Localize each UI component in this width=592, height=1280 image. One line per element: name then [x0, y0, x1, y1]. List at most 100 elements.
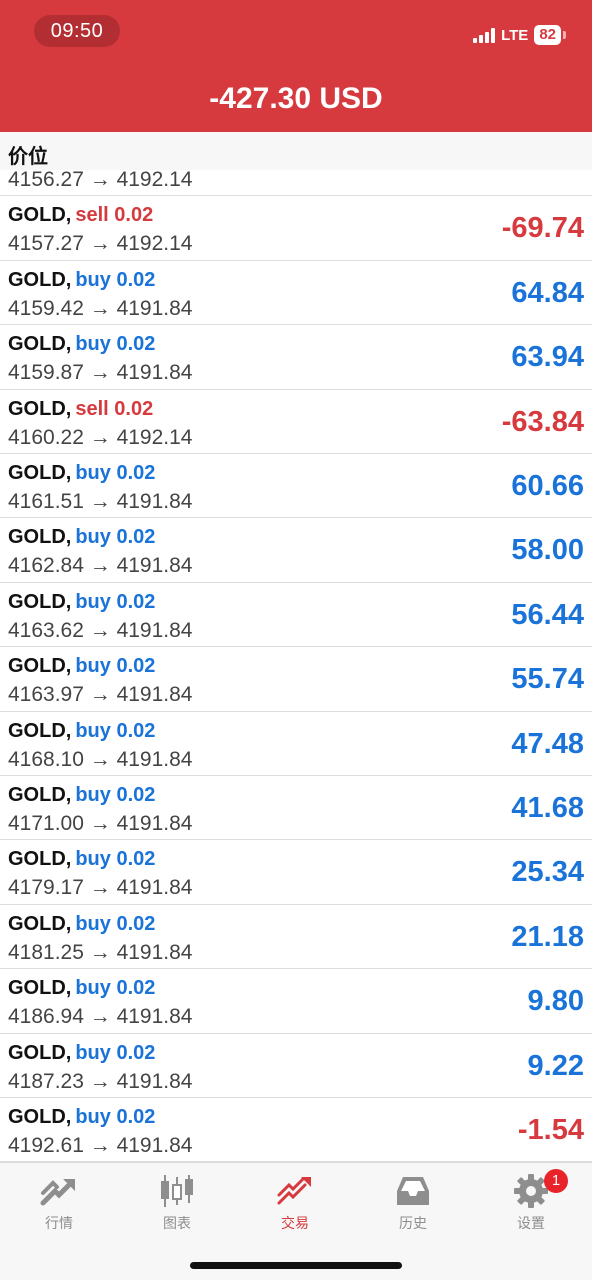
notification-badge: 1 — [544, 1169, 568, 1193]
position-symbol: GOLD, — [8, 655, 72, 678]
position-prices: 4163.97 → 4191.84 — [8, 683, 193, 707]
positions-list[interactable]: 4156.27 → 4192.14 -71.74 GOLD,sell 0.024… — [0, 132, 592, 1162]
position-row[interactable]: GOLD, buy 0.02 4161.51 → 4191.84 60.66 — [0, 454, 592, 519]
home-indicator[interactable] — [190, 1262, 402, 1269]
tab-quotes[interactable]: 行情 — [0, 1169, 118, 1239]
tab-label: 图表 — [163, 1215, 191, 1231]
tab-history[interactable]: 历史 — [354, 1169, 472, 1239]
position-side: buy 0.02 — [75, 333, 156, 356]
position-profit: 60.66 — [511, 470, 584, 502]
section-header-price: 价位 — [0, 132, 592, 170]
tab-settings[interactable]: 设置 1 — [472, 1169, 590, 1239]
total-profit[interactable]: -427.30 USD — [0, 82, 592, 116]
position-title: GOLD, buy 0.02 — [8, 526, 155, 549]
position-prices: 4161.51 → 4191.84 — [8, 490, 193, 513]
position-symbol: GOLD, — [8, 462, 72, 484]
position-profit: 9.22 — [527, 1049, 584, 1082]
status-time: 09:50 — [34, 15, 120, 47]
position-side: buy 0.02 — [75, 977, 156, 1000]
position-profit: 41.68 — [511, 792, 584, 824]
trade-icon — [277, 1177, 311, 1205]
tab-label: 设置 — [517, 1215, 545, 1231]
position-side: buy 0.02 — [75, 526, 156, 549]
position-profit: 9.80 — [527, 985, 584, 1018]
position-prices: 4186.94 → 4191.84 — [8, 1005, 193, 1029]
signal-icon — [473, 27, 496, 43]
position-title: GOLD, buy 0.02 — [8, 848, 155, 871]
position-symbol: GOLD, — [8, 1041, 72, 1064]
position-row[interactable]: GOLD, buy 0.02 4168.10 → 4191.84 47.48 — [0, 711, 592, 776]
position-side: buy 0.02 — [75, 1041, 156, 1064]
battery-icon: 82 — [534, 25, 561, 45]
section-label: 价位 — [8, 146, 48, 168]
position-profit: -69.74 — [501, 212, 584, 245]
position-row[interactable]: GOLD, buy 0.02 4186.94 → 4191.84 9.80 — [0, 969, 592, 1034]
position-prices: 4163.62 → 4191.84 — [8, 618, 193, 642]
position-row[interactable]: GOLD, buy 0.02 4162.84 → 4191.84 58.00 — [0, 518, 592, 583]
position-profit: 58.00 — [511, 534, 584, 567]
position-profit: -63.84 — [501, 405, 584, 438]
status-indicators: LTE 82 — [473, 24, 566, 46]
position-symbol: GOLD, — [8, 912, 72, 935]
position-row[interactable]: GOLD, buy 0.02 4163.97 → 4191.84 55.74 — [0, 647, 592, 712]
position-row[interactable]: GOLD, buy 0.02 4179.17 → 4191.84 25.34 — [0, 840, 592, 905]
position-row[interactable]: GOLD, sell 0.02 4160.22 → 4192.14 -63.84 — [0, 389, 592, 454]
position-side: buy 0.02 — [75, 784, 156, 806]
position-profit: 64.84 — [511, 276, 584, 309]
position-side: buy 0.02 — [75, 590, 156, 613]
position-symbol: GOLD, — [8, 333, 72, 356]
position-title: GOLD, buy 0.02 — [8, 655, 155, 678]
history-inbox-icon — [397, 1177, 429, 1205]
position-title: GOLD, buy 0.02 — [8, 591, 155, 614]
position-row[interactable]: GOLD, buy 0.02 4187.23 → 4191.84 9.22 — [0, 1033, 592, 1098]
network-label: LTE — [501, 26, 529, 44]
position-side: buy 0.02 — [75, 719, 156, 742]
position-prices: 4171.00 → 4191.84 — [8, 812, 193, 835]
position-symbol: GOLD, — [8, 1106, 72, 1128]
position-prices: 4179.17 → 4191.84 — [8, 876, 193, 900]
position-row[interactable]: GOLD, buy 0.02 4163.62 → 4191.84 56.44 — [0, 582, 592, 648]
position-row[interactable]: GOLD, buy 0.02 4171.00 → 4191.84 41.68 — [0, 776, 592, 841]
position-symbol: GOLD, — [8, 784, 72, 806]
position-symbol: GOLD, — [8, 397, 72, 420]
position-profit: -1.54 — [517, 1114, 584, 1146]
position-prices: 4192.61 → 4191.84 — [8, 1134, 193, 1157]
position-side: buy 0.02 — [75, 462, 156, 484]
position-symbol: GOLD, — [8, 590, 72, 613]
position-side: sell 0.02 — [75, 397, 154, 420]
header-bar: 09:50 LTE 82 -427.30 USD — [0, 0, 592, 132]
tab-label: 行情 — [45, 1215, 73, 1231]
battery-tip — [563, 31, 566, 39]
tab-chart[interactable]: 图表 — [118, 1169, 236, 1239]
position-profit: 56.44 — [511, 598, 584, 631]
quotes-icon — [40, 1179, 75, 1206]
position-prices: 4157.27 → 4192.14 — [8, 232, 193, 256]
tab-label: 历史 — [399, 1215, 427, 1231]
position-side: buy 0.02 — [75, 1106, 156, 1128]
position-title: GOLD, buy 0.02 — [8, 977, 155, 1000]
position-row[interactable]: GOLD, buy 0.02 4159.42 → 4191.84 64.84 — [0, 260, 592, 326]
position-title: GOLD, buy 0.02 — [8, 462, 155, 485]
position-profit: 47.48 — [511, 727, 584, 760]
position-side: sell 0.02 — [75, 204, 154, 227]
position-row[interactable]: GOLD, sell 0.02 4157.27 → 4192.14 -69.74 — [0, 196, 592, 261]
position-prices: 4187.23 → 4191.84 — [8, 1069, 193, 1093]
position-symbol: GOLD, — [8, 977, 72, 1000]
position-prices: 4159.42 → 4191.84 — [8, 296, 193, 320]
position-profit: 21.18 — [511, 920, 584, 953]
position-row[interactable]: GOLD, buy 0.02 4181.25 → 4191.84 21.18 — [0, 904, 592, 970]
position-title: GOLD, buy 0.02 — [8, 913, 155, 936]
position-symbol: GOLD, — [8, 848, 72, 871]
position-side: buy 0.02 — [75, 268, 156, 291]
position-side: buy 0.02 — [75, 655, 156, 678]
position-prices: 4159.87 → 4191.84 — [8, 361, 193, 385]
tab-trade[interactable]: 交易 — [236, 1169, 354, 1239]
position-prices: 4168.10 → 4191.84 — [8, 747, 193, 771]
position-prices: 4181.25 → 4191.84 — [8, 940, 193, 964]
position-title: GOLD, buy 0.02 — [8, 720, 155, 743]
position-prices: 4156.27 → 4192.14 — [8, 168, 193, 191]
position-row[interactable]: GOLD, buy 0.02 4192.61 → 4191.84 -1.54 — [0, 1098, 592, 1162]
position-title: GOLD, buy 0.02 — [8, 1106, 155, 1129]
position-row[interactable]: GOLD, buy 0.02 4159.87 → 4191.84 63.94 — [0, 325, 592, 390]
position-title: GOLD, sell 0.02 — [8, 204, 153, 227]
